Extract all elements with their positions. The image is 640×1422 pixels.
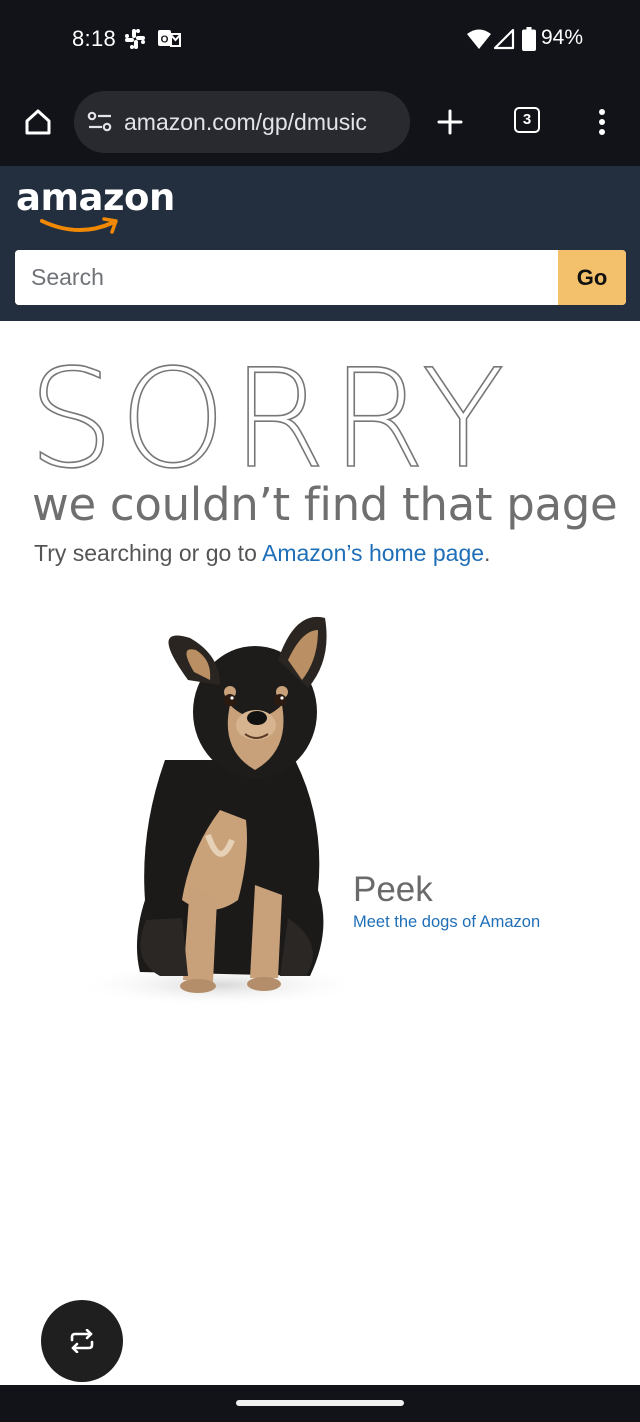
rotate-icon: [70, 1329, 94, 1353]
error-subtitle: we couldn’t find that page: [32, 478, 618, 531]
amazon-logo[interactable]: amazon: [0, 166, 180, 242]
system-nav-bar: [0, 1385, 640, 1422]
tab-switcher-button[interactable]: 3: [500, 96, 554, 150]
search-input[interactable]: [15, 250, 558, 305]
amazon-home-link[interactable]: Amazon’s home page: [262, 540, 484, 566]
help-prefix: Try searching or go to: [34, 540, 262, 566]
amazon-header: amazon Go: [0, 166, 640, 321]
outlook-icon: O: [158, 30, 181, 47]
status-bar: 8:18 O 94%: [0, 0, 640, 80]
address-bar[interactable]: amazon.com/gp/dmusic: [74, 91, 410, 153]
tab-count: 3: [514, 107, 540, 133]
new-tab-button[interactable]: [428, 100, 472, 144]
search-go-button[interactable]: Go: [558, 250, 626, 305]
cell-signal-icon: [493, 28, 515, 50]
battery-icon: [522, 27, 536, 51]
wifi-icon: [467, 29, 491, 49]
site-settings-icon[interactable]: [87, 111, 113, 133]
rotate-fab-button[interactable]: [41, 1300, 123, 1382]
new-tab-plus-icon: [437, 109, 463, 135]
amazon-smile-icon: [40, 217, 118, 234]
battery-percent: 94%: [541, 26, 584, 49]
error-help-text: Try searching or go to Amazon’s home pag…: [34, 540, 490, 567]
slack-icon: [125, 29, 145, 49]
dog-photo: [75, 616, 360, 1007]
error-title: SORRY: [27, 341, 510, 499]
dog-name: Peek: [353, 870, 433, 909]
more-vert-icon: [599, 109, 605, 135]
search-bar: Go: [15, 250, 626, 305]
amazon-logo-text: amazon: [16, 176, 175, 219]
more-options-button[interactable]: [582, 100, 622, 144]
svg-text:O: O: [161, 35, 169, 46]
home-icon: [25, 109, 51, 135]
browser-toolbar: amazon.com/gp/dmusic 3: [0, 80, 640, 166]
meet-dogs-link[interactable]: Meet the dogs of Amazon: [353, 913, 540, 932]
status-time: 8:18: [72, 26, 117, 51]
home-button[interactable]: [16, 100, 60, 144]
url-text: amazon.com/gp/dmusic: [124, 109, 367, 135]
gesture-handle[interactable]: [236, 1400, 404, 1406]
help-suffix: .: [484, 540, 491, 566]
